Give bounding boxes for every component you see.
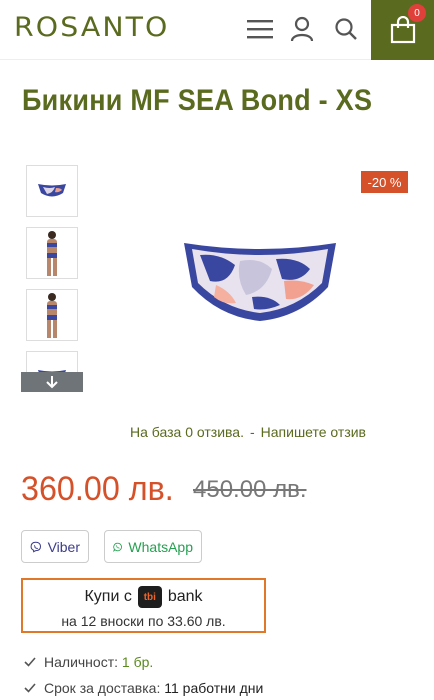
- thumbnail-3[interactable]: [26, 289, 78, 341]
- thumbnail-strip: [26, 165, 78, 391]
- tbi-heading: Купи с tbi bank: [23, 586, 264, 608]
- reviews-count: На база 0 отзива.: [130, 424, 244, 440]
- main-product-image[interactable]: [150, 170, 370, 390]
- tbi-logo-text: tbi: [143, 591, 156, 603]
- product-title: Бикини MF SEA Bond - XS: [22, 84, 373, 117]
- thumbnail-2[interactable]: [26, 227, 78, 279]
- thumbnail-1[interactable]: [26, 165, 78, 217]
- whatsapp-share-button[interactable]: WhatsApp: [104, 530, 202, 563]
- delivery-label: Срок за доставка:: [44, 680, 161, 696]
- availability-label: Наличност:: [44, 654, 118, 670]
- old-price: 450.00 лв.: [193, 476, 307, 503]
- whatsapp-icon: [113, 542, 122, 552]
- delivery-row: Срок за доставка: 11 работни дни: [24, 680, 263, 696]
- thumbnails-next-button[interactable]: [21, 372, 83, 392]
- reviews-separator: -: [249, 424, 255, 440]
- hamburger-icon[interactable]: [245, 14, 275, 44]
- write-review-link[interactable]: Напишете отзив: [261, 424, 366, 440]
- tbi-logo: tbi: [137, 586, 162, 608]
- reviews-summary: На база 0 отзива. - Напишете отзив: [130, 424, 366, 440]
- tbi-installments-text: на 12 вноски по 33.60 лв.: [61, 613, 226, 629]
- viber-share-button[interactable]: Viber: [21, 530, 89, 563]
- check-icon: [24, 683, 36, 693]
- delivery-value: 11 работни дни: [164, 680, 264, 696]
- whatsapp-label: WhatsApp: [128, 538, 193, 555]
- user-icon[interactable]: [287, 14, 317, 44]
- current-price: 360.00 лв.: [21, 470, 174, 508]
- tbi-bank-label: bank: [167, 588, 203, 605]
- availability-row: Наличност: 1 бр.: [24, 654, 153, 670]
- viber-icon: [30, 541, 41, 553]
- check-icon: [24, 657, 36, 667]
- site-header: ROSANTO 0: [0, 0, 434, 60]
- cart-count-badge: 0: [408, 4, 426, 22]
- discount-badge: -20 %: [361, 171, 408, 193]
- search-icon[interactable]: [331, 14, 361, 44]
- availability-value: 1 бр.: [121, 654, 154, 670]
- tbi-buy-with: Купи с: [84, 588, 132, 605]
- logo[interactable]: ROSANTO: [14, 12, 169, 43]
- viber-label: Viber: [47, 538, 80, 555]
- tbi-bank-installments-button[interactable]: Купи с tbi bank на 12 вноски по 33.60 лв…: [21, 578, 266, 633]
- arrow-down-icon: [46, 376, 58, 389]
